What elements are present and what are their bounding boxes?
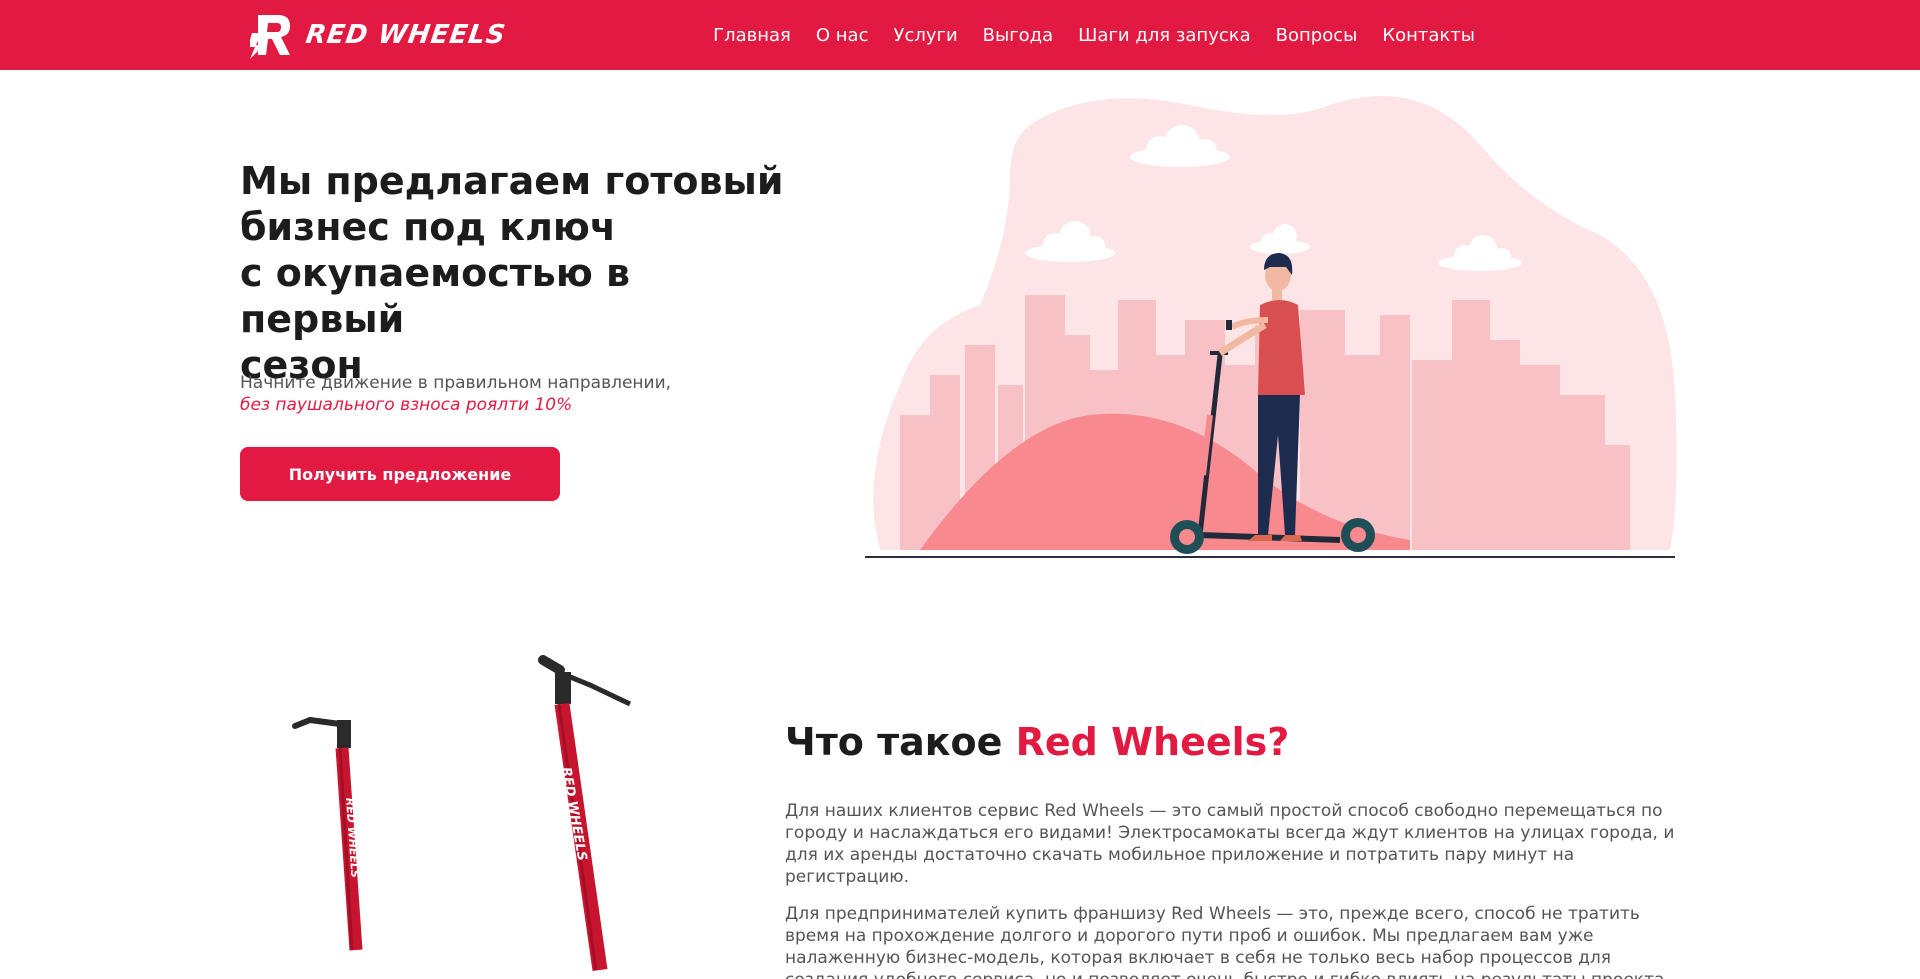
nav-item-faq[interactable]: Вопросы — [1276, 25, 1358, 46]
hero-subtitle-text: Начните движение в правильном направлени… — [240, 373, 672, 393]
scooter-right: RED WHEELS — [538, 655, 632, 972]
nav-item-services[interactable]: Услуги — [893, 25, 957, 46]
about-paragraph-entrepreneurs: Для предпринимателей купить франшизу Red… — [785, 904, 1664, 979]
main-nav: Главная О нас Услуги Выгода Шаги для зап… — [713, 0, 1475, 70]
about-paragraph-clients: Для наших клиентов сервис Red Wheels — э… — [785, 801, 1675, 887]
scooters-photo: RED WHEELS RED WHEELS — [292, 655, 632, 972]
about-title-accent: Red Wheels? — [1015, 720, 1290, 764]
hero-illustration — [865, 96, 1677, 558]
scooter-left: RED WHEELS — [292, 716, 363, 951]
hero-subtitle: Начните движение в правильном направлени… — [240, 372, 800, 416]
nav-item-launch-steps[interactable]: Шаги для запуска — [1078, 25, 1250, 46]
nav-item-contacts[interactable]: Контакты — [1382, 25, 1475, 46]
logo-mark-icon — [250, 15, 290, 59]
hero-title-line: Мы предлагаем готовый — [240, 159, 784, 203]
nav-item-benefits[interactable]: Выгода — [983, 25, 1054, 46]
site-header: RED WHEELS Главная О нас Услуги Выгода Ш… — [0, 0, 1920, 70]
hero-subtitle-accent: без паушального взноса роялти 10% — [240, 395, 573, 415]
brand-name: RED WHEELS — [303, 20, 508, 50]
brand-logo[interactable]: RED WHEELS — [250, 10, 508, 60]
hero-title: Мы предлагаем готовый бизнес под ключ с … — [240, 158, 800, 388]
hero-title-line: бизнес под ключ — [240, 205, 616, 249]
hero-title-line: с окупаемостью в первый — [240, 251, 631, 341]
about-title-prefix: Что такое — [785, 720, 1016, 764]
nav-item-home[interactable]: Главная — [713, 25, 791, 46]
about-title: Что такое Red Wheels? — [785, 720, 1289, 764]
nav-item-about[interactable]: О нас — [816, 25, 869, 46]
get-offer-button[interactable]: Получить предложение — [240, 447, 560, 501]
